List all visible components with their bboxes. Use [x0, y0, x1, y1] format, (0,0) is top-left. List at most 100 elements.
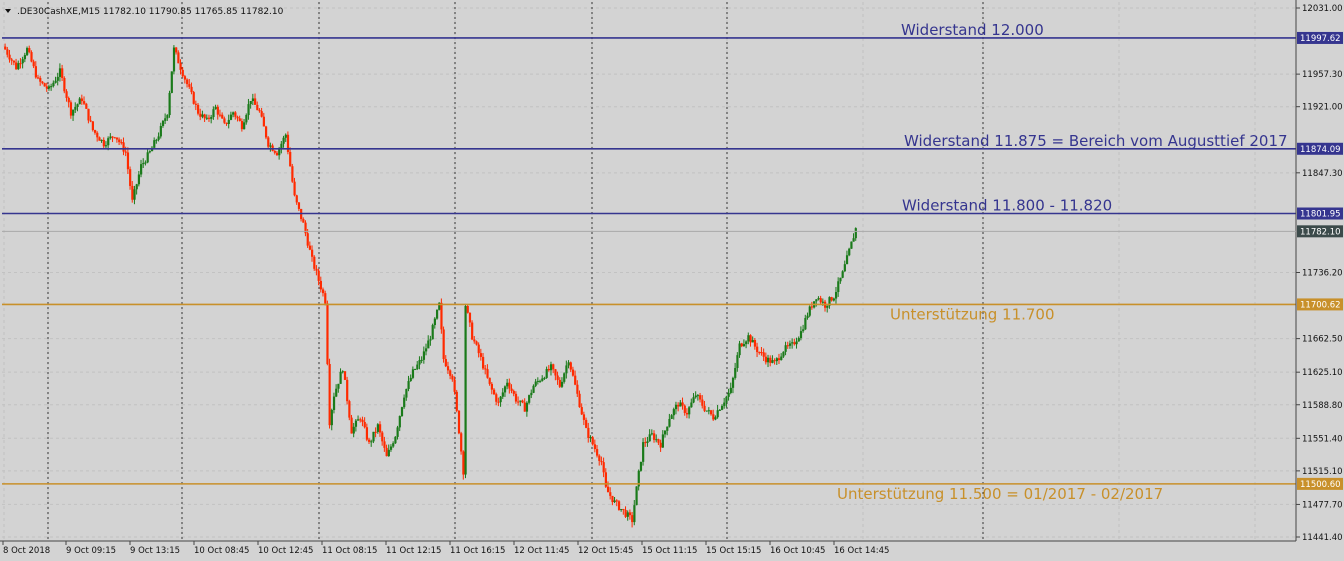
- level-price-tag-label: 11700.62: [1300, 300, 1341, 310]
- candle-body: [780, 356, 783, 361]
- candle-body: [146, 152, 149, 163]
- candle-body: [793, 342, 796, 345]
- candle-body: [514, 393, 518, 402]
- candle-body: [326, 303, 329, 364]
- candle-body: [142, 162, 145, 165]
- resistance-label: Widerstand 11.800 - 11.820: [902, 197, 1112, 215]
- candle-body: [451, 375, 454, 380]
- candle-body: [256, 104, 259, 111]
- candle-body: [753, 340, 757, 347]
- candle-body: [646, 441, 649, 443]
- candle-body: [34, 66, 37, 78]
- candle-body: [21, 59, 24, 64]
- candle-body: [8, 54, 11, 60]
- candle-body: [578, 393, 581, 408]
- candle-body: [541, 378, 544, 381]
- candle-body: [751, 340, 754, 343]
- candle-body: [503, 386, 507, 393]
- candle-body: [115, 137, 119, 140]
- candle-body: [613, 500, 616, 503]
- candle-body: [674, 404, 678, 410]
- candle-body: [501, 392, 504, 397]
- candle-body: [775, 358, 778, 362]
- candle-body: [126, 152, 130, 170]
- time-tick-label: 16 Oct 10:45: [770, 546, 825, 556]
- level-price-tag-label: 11997.62: [1300, 34, 1341, 44]
- candle-body: [166, 115, 169, 119]
- candle-body: [729, 387, 732, 393]
- candle-body: [720, 405, 724, 410]
- candle-body: [346, 379, 349, 402]
- candle-body: [414, 369, 417, 371]
- time-tick-label: 16 Oct 14:45: [834, 546, 889, 556]
- candle-body: [76, 104, 79, 108]
- candle-body: [52, 82, 55, 87]
- candle-body: [120, 142, 123, 144]
- candle-body: [688, 407, 691, 415]
- candle-body: [834, 291, 838, 299]
- candle-body: [569, 362, 572, 370]
- candle-body: [563, 373, 566, 382]
- candle-body: [328, 363, 331, 426]
- candle-body: [306, 233, 309, 246]
- price-tick-label: 11921.00: [1302, 103, 1343, 113]
- candle-body: [523, 402, 526, 412]
- candle-body: [10, 59, 13, 61]
- candle-body: [47, 86, 51, 89]
- candle-body: [580, 407, 583, 415]
- candle-body: [102, 139, 105, 147]
- candle-body: [411, 369, 415, 378]
- ohlc-label: 11782.10 11790.85 11765.85 11782.10: [103, 7, 284, 17]
- candle-body: [734, 368, 737, 378]
- price-tick-label: 11588.80: [1302, 401, 1343, 411]
- candle-body: [817, 298, 820, 300]
- candle-body: [556, 375, 559, 380]
- candle-body: [742, 344, 746, 347]
- candle-body: [440, 302, 443, 330]
- time-tick-label: 11 Oct 12:15: [386, 546, 441, 556]
- candle-body: [197, 104, 200, 114]
- candle-body: [216, 106, 219, 115]
- candle-body: [837, 281, 840, 292]
- candle-body: [642, 442, 645, 462]
- candle-body: [45, 86, 48, 89]
- candle-body: [243, 122, 246, 130]
- candle-body: [164, 118, 167, 121]
- candle-body: [810, 306, 814, 308]
- candle-body: [422, 351, 426, 360]
- price-tick-label: 11551.40: [1302, 434, 1343, 444]
- candle-body: [850, 241, 853, 249]
- candle-body: [357, 419, 360, 421]
- candle-body: [699, 395, 702, 400]
- candle-body: [777, 358, 781, 361]
- candle-body: [479, 353, 483, 357]
- candle-body: [468, 312, 472, 323]
- candle-body: [749, 335, 752, 343]
- candle-body: [148, 151, 151, 153]
- candle-body: [378, 424, 382, 433]
- candle-body: [745, 341, 748, 345]
- candle-body: [394, 436, 397, 444]
- candle-body: [302, 219, 305, 223]
- candle-body: [403, 397, 406, 408]
- candle-body: [815, 299, 818, 302]
- candle-body: [153, 140, 156, 148]
- candle-body: [332, 396, 336, 410]
- candle-body: [639, 461, 643, 471]
- candle-body: [315, 268, 318, 271]
- resistance-label: Widerstand 12.000: [901, 21, 1044, 39]
- candle-body: [405, 389, 408, 398]
- candle-body: [659, 442, 662, 448]
- candle-body: [830, 297, 833, 301]
- candle-body: [295, 195, 298, 203]
- candle-body: [633, 505, 636, 523]
- candle-body: [372, 431, 375, 442]
- candle-body: [177, 52, 180, 64]
- candle-body: [464, 306, 467, 475]
- candle-body: [762, 352, 765, 357]
- candle-body: [521, 400, 524, 403]
- candle-body: [802, 329, 805, 332]
- candle-body: [723, 402, 726, 406]
- candle-body: [690, 402, 693, 408]
- candle-body: [251, 98, 255, 102]
